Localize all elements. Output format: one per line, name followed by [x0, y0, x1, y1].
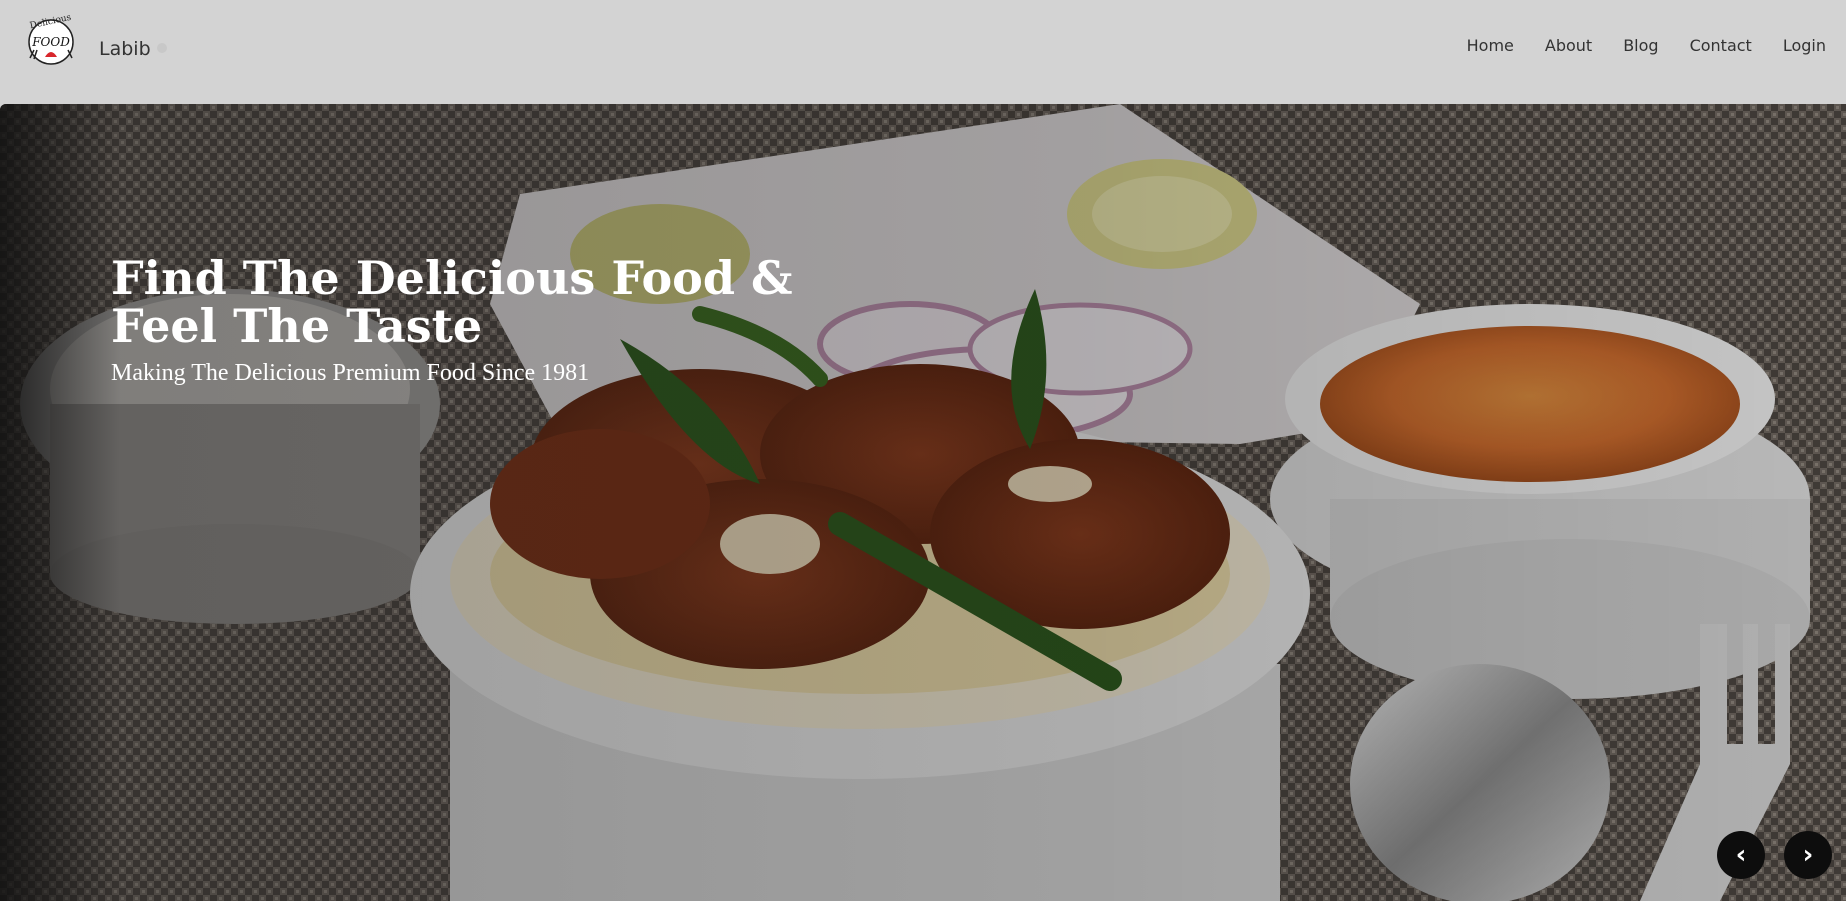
hero-title: Find The Delicious Food & Feel The Taste [111, 251, 793, 353]
chevron-left-icon: ‹ [1735, 840, 1747, 870]
nav-blog[interactable]: Blog [1623, 36, 1658, 55]
nav-about[interactable]: About [1545, 36, 1592, 55]
hero-overlay [0, 104, 1846, 901]
nav-home[interactable]: Home [1467, 36, 1514, 55]
hero-subtitle: Making The Delicious Premium Food Since … [111, 360, 590, 386]
logo-text-main: FOOD [31, 35, 70, 49]
chevron-right-icon: › [1802, 840, 1814, 870]
hero-caption: Find The Delicious Food & Feel The Taste… [111, 254, 811, 387]
nav-login[interactable]: Login [1783, 36, 1826, 55]
brand-name[interactable]: Labib [99, 38, 151, 60]
brand[interactable]: Delicious FOOD Labib [25, 10, 167, 68]
nav-contact[interactable]: Contact [1690, 36, 1752, 55]
carousel-next-button[interactable]: › [1784, 831, 1832, 879]
carousel-prev-button[interactable]: ‹ [1717, 831, 1765, 879]
delicious-food-logo[interactable]: Delicious FOOD [25, 10, 77, 68]
navbar: Delicious FOOD Labib Home About Blog Con… [0, 0, 1846, 104]
main-nav: Home About Blog Contact Login [1467, 36, 1826, 55]
hero-carousel: Find The Delicious Food & Feel The Taste… [0, 104, 1846, 901]
brand-dot [157, 43, 167, 53]
